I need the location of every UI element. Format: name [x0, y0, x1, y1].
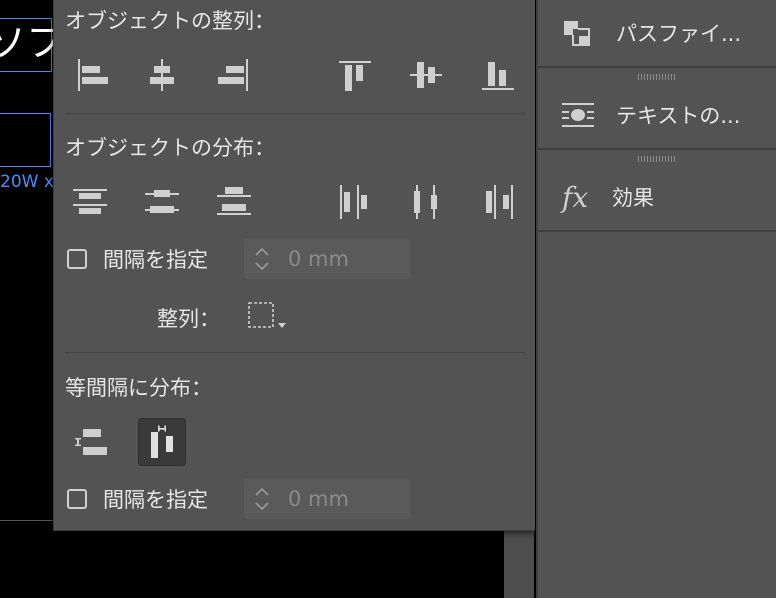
chevron-up-icon [255, 247, 269, 256]
horizontal-distribute-space-icon [151, 425, 173, 458]
distribute-top-edges-button[interactable] [68, 180, 112, 224]
chevron-down-icon [255, 502, 269, 511]
pathfinder-panel-tab[interactable]: パスファイ... [538, 0, 776, 66]
selection-frame-bottom [0, 113, 51, 167]
distribute-bottom-edges-button[interactable] [212, 180, 256, 224]
spinner-arrows-1[interactable] [244, 239, 280, 279]
pathfinder-label: パスファイ... [616, 22, 742, 46]
distribute-vertical-centers-button[interactable] [140, 180, 184, 224]
use-spacing-checkbox-2[interactable] [67, 489, 87, 509]
align-horizontal-centers-button[interactable] [140, 53, 184, 97]
align-vcenter-icon [410, 62, 442, 88]
align-top-icon [339, 61, 371, 91]
align-bottom-icon [482, 62, 514, 90]
chevron-down-icon [255, 262, 269, 271]
dist-vcenter-icon [145, 190, 179, 213]
chevron-up-icon [255, 487, 269, 496]
measure-label: 20W x [0, 172, 54, 192]
spacing-value-2: 0 mm [288, 487, 349, 511]
align-bottom-edges-button[interactable] [476, 53, 520, 97]
grip-handle[interactable] [638, 74, 676, 80]
distribute-right-edges-button[interactable] [476, 180, 520, 224]
dock-divider [538, 148, 776, 150]
align-panel: オブジェクトの整列： オブジェクトの分布： 間隔を指定 0 mm 整列： 等間隔… [53, 0, 535, 531]
spacing-field-2[interactable]: 0 mm [244, 479, 410, 519]
grip-handle[interactable] [638, 156, 676, 162]
effects-label: 効果 [612, 186, 654, 210]
vertical-distribute-space-button[interactable] [68, 420, 112, 464]
use-spacing-label-1: 間隔を指定 [103, 248, 208, 272]
spinner-arrows-2[interactable] [244, 479, 280, 519]
pathfinder-icon [564, 21, 590, 46]
vertical-distribute-space-icon [75, 429, 107, 455]
section-divider [65, 113, 525, 114]
distribute-spacing-title: 等間隔に分布： [65, 376, 212, 400]
align-to-selection-icon [248, 302, 286, 328]
spacing-value-1: 0 mm [288, 247, 349, 271]
distribute-left-edges-button[interactable] [333, 180, 377, 224]
artboard-edge [0, 520, 53, 521]
distribute-horizontal-centers-button[interactable] [404, 180, 448, 224]
dock-divider [538, 66, 776, 68]
horizontal-distribute-space-button[interactable] [138, 418, 186, 466]
dist-left-icon [340, 185, 367, 219]
dist-bottom-icon [217, 187, 251, 215]
align-left-edges-button[interactable] [70, 53, 114, 97]
align-vertical-centers-button[interactable] [404, 53, 448, 97]
align-right-icon [218, 59, 248, 91]
text-wrap-label: テキストの... [616, 104, 741, 128]
dock-divider [538, 230, 776, 232]
use-spacing-label-2: 間隔を指定 [103, 488, 208, 512]
dist-hcenter-icon [414, 185, 437, 219]
align-left-icon [78, 59, 108, 91]
use-spacing-checkbox-1[interactable] [67, 249, 87, 269]
align-to-dropdown[interactable] [244, 298, 290, 334]
spacing-field-1[interactable]: 0 mm [244, 239, 410, 279]
align-right-edges-button[interactable] [212, 53, 256, 97]
align-top-edges-button[interactable] [333, 53, 377, 97]
effects-panel-tab[interactable]: fx 効果 [538, 164, 776, 230]
text-wrap-panel-tab[interactable]: テキストの... [538, 82, 776, 148]
section-divider-2 [65, 352, 525, 353]
dist-right-icon [486, 185, 513, 219]
align-objects-title: オブジェクトの整列： [65, 9, 275, 33]
align-hcenter-icon [150, 59, 174, 91]
distribute-objects-title: オブジェクトの分布： [65, 136, 275, 160]
dist-top-icon [73, 189, 107, 214]
collapsed-panel-dock: パスファイ... テキストの... fx 効果 [536, 0, 776, 598]
text-wrap-icon [562, 103, 594, 127]
align-to-label: 整列： [157, 307, 220, 331]
fx-icon: fx [562, 180, 589, 214]
canvas-scrollbar[interactable] [504, 530, 534, 598]
